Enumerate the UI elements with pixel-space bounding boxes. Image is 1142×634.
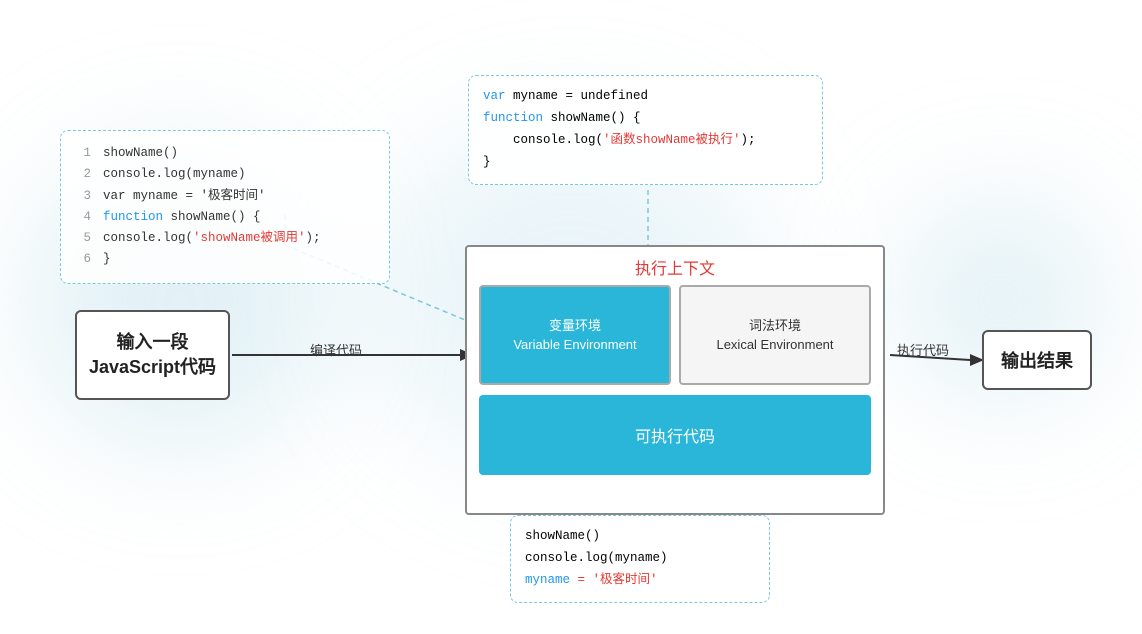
popup-top: var myname = undefined function showName… bbox=[468, 75, 823, 185]
popup-top-line2: function showName() { bbox=[483, 108, 808, 130]
lex-env-label2: Lexical Environment bbox=[716, 335, 833, 355]
lexical-environment-box: 词法环境 Lexical Environment bbox=[679, 285, 871, 385]
code-box-main: 1 showName() 2 console.log(myname) 3 var… bbox=[60, 130, 390, 284]
code-line-5: 5 console.log('showName被调用'); bbox=[77, 228, 373, 249]
code-text-5: console.log('showName被调用'); bbox=[103, 228, 321, 249]
code-text-1: showName() bbox=[103, 143, 178, 164]
input-box-line1: 输入一段 bbox=[89, 330, 216, 355]
code-line-6: 6 } bbox=[77, 249, 373, 270]
code-line-4: 4 function showName() { bbox=[77, 207, 373, 228]
output-box: 输出结果 bbox=[982, 330, 1092, 390]
variable-environment-box: 变量环境 Variable Environment bbox=[479, 285, 671, 385]
code-line-1: 1 showName() bbox=[77, 143, 373, 164]
line-num-2: 2 bbox=[77, 164, 91, 185]
input-box-line2: JavaScript代码 bbox=[89, 355, 216, 380]
var-env-label1: 变量环境 bbox=[549, 316, 601, 336]
var-env-label2: Variable Environment bbox=[513, 335, 636, 355]
exec-context: 执行上下文 变量环境 Variable Environment 词法环境 Lex… bbox=[465, 245, 885, 515]
execute-label: 执行代码 bbox=[897, 340, 949, 359]
input-box: 输入一段 JavaScript代码 bbox=[75, 310, 230, 400]
exec-code-label: 可执行代码 bbox=[635, 423, 715, 447]
code-text-6: } bbox=[103, 249, 111, 270]
line-num-1: 1 bbox=[77, 143, 91, 164]
compile-label: 编译代码 bbox=[310, 340, 362, 359]
line-num-3: 3 bbox=[77, 186, 91, 207]
lex-env-label1: 词法环境 bbox=[749, 316, 801, 336]
line-num-6: 6 bbox=[77, 249, 91, 270]
popup-bottom-line3: myname = '极客时间' bbox=[525, 570, 755, 592]
popup-bottom: showName() console.log(myname) myname = … bbox=[510, 515, 770, 603]
popup-top-line3: console.log('函数showName被执行'); bbox=[483, 130, 808, 152]
code-line-2: 2 console.log(myname) bbox=[77, 164, 373, 185]
code-text-4: function showName() { bbox=[103, 207, 261, 228]
popup-bottom-line1: showName() bbox=[525, 526, 755, 548]
output-label: 输出结果 bbox=[1001, 347, 1073, 373]
code-line-3: 3 var myname = '极客时间' bbox=[77, 186, 373, 207]
exec-context-title: 执行上下文 bbox=[467, 247, 883, 285]
code-text-3: var myname = '极客时间' bbox=[103, 186, 266, 207]
popup-top-line1: var myname = undefined bbox=[483, 86, 808, 108]
line-num-4: 4 bbox=[77, 207, 91, 228]
exec-code-box: 可执行代码 bbox=[479, 395, 871, 475]
exec-context-inner: 变量环境 Variable Environment 词法环境 Lexical E… bbox=[467, 285, 883, 385]
popup-top-line4: } bbox=[483, 152, 808, 174]
code-text-2: console.log(myname) bbox=[103, 164, 246, 185]
line-num-5: 5 bbox=[77, 228, 91, 249]
popup-bottom-line2: console.log(myname) bbox=[525, 548, 755, 570]
